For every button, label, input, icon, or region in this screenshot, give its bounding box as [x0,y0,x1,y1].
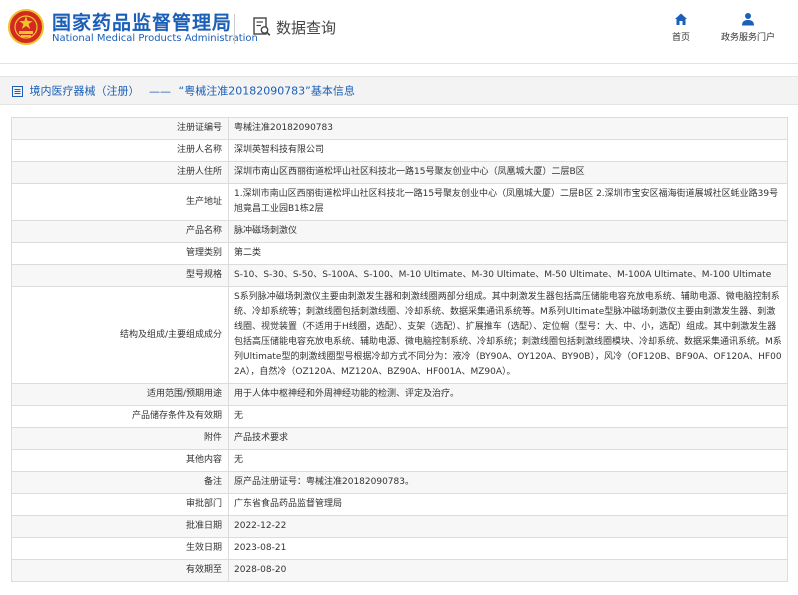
table-row: 注册证编号 粤械注准20182090783 [11,117,788,140]
nav-home[interactable]: 首页 [646,12,716,43]
field-label: 注册人名称 [11,139,229,162]
site-header: 国家药品监督管理局 National Medical Products Admi… [0,0,798,62]
breadcrumb-record: “粤械注准20182090783”基本信息 [178,84,355,98]
breadcrumb-separator: —— [149,84,171,98]
field-value: 2022-12-22 [228,515,788,538]
field-value: 脉冲磁场刺激仪 [228,220,788,243]
field-value: 2028-08-20 [228,559,788,582]
field-label: 管理类别 [11,242,229,265]
table-row: 适用范围/预期用途 用于人体中枢神经和外周神经功能的检测、评定及治疗。 [11,383,788,406]
field-value: 粤械注准20182090783 [228,117,788,140]
field-value: 深圳英智科技有限公司 [228,139,788,162]
field-value: S-10、S-30、S-50、S-100A、S-100、M-10 Ultimat… [228,264,788,287]
nav-home-label: 首页 [671,33,690,43]
home-icon [675,13,687,25]
field-value: 深圳市南山区西丽街道松坪山社区科技北一路15号聚友创业中心（凤凰城大厦）二层B区 [228,161,788,184]
table-row: 生效日期 2023-08-21 [11,537,788,560]
table-row: 管理类别 第二类 [11,242,788,265]
field-value: 产品技术要求 [228,427,788,450]
nav-service-portal[interactable]: 政务服务门户 [713,12,783,43]
field-label: 备注 [11,471,229,494]
field-label: 注册证编号 [11,117,229,140]
header-bottom-border [0,63,798,64]
national-emblem-icon [8,9,44,45]
section-title: 数据查询 [276,19,337,37]
user-icon [742,13,754,26]
field-label: 有效期至 [11,559,229,582]
field-value: 无 [228,405,788,428]
field-label: 注册人住所 [11,161,229,184]
field-label: 产品储存条件及有效期 [11,405,229,428]
registration-info-table: 注册证编号 粤械注准20182090783 注册人名称 深圳英智科技有限公司 注册人住所… [11,117,788,582]
table-row: 附件 产品技术要求 [11,427,788,450]
field-value: 用于人体中枢神经和外周神经功能的检测、评定及治疗。 [228,383,788,406]
field-value: 广东省食品药品监督管理局 [228,493,788,516]
field-label: 附件 [11,427,229,450]
nav-portal-label: 政务服务门户 [720,33,775,43]
field-value: 原产品注册证号：粤械注准20182090783。 [228,471,788,494]
table-row: 注册人住所 深圳市南山区西丽街道松坪山社区科技北一路15号聚友创业中心（凤凰城大厦… [11,161,788,184]
table-row: 备注 原产品注册证号：粤械注准20182090783。 [11,471,788,494]
field-value: 1.深圳市南山区西丽街道松坪山社区科技北一路15号聚友创业中心（凤凰城大厦）二层… [228,183,788,221]
field-label: 审批部门 [11,493,229,516]
table-row: 有效期至 2028-08-20 [11,559,788,582]
brand-title[interactable]: 国家药品监督管理局 [52,8,232,35]
field-label: 型号规格 [11,264,229,287]
brand-subtitle: National Medical Products Administration [52,33,258,44]
table-row: 产品名称 脉冲磁场刺激仪 [11,220,788,243]
field-value: 2023-08-21 [228,537,788,560]
table-row: 注册人名称 深圳英智科技有限公司 [11,139,788,162]
table-row: 结构及组成/主要组成成分 S系列脉冲磁场刺激仪主要由刺激发生器和刺激线圈两部分组成… [11,286,788,384]
field-label: 结构及组成/主要组成成分 [11,286,229,384]
field-label: 其他内容 [11,449,229,472]
field-label: 适用范围/预期用途 [11,383,229,406]
field-label: 产品名称 [11,220,229,243]
table-row: 产品储存条件及有效期无 [11,405,788,428]
list-icon [12,85,23,97]
breadcrumb: 境内医疗器械（注册） —— “粤械注准20182090783”基本信息 [0,76,798,105]
table-row: 批准日期 2022-12-22 [11,515,788,538]
field-value: S系列脉冲磁场刺激仪主要由刺激发生器和刺激线圈两部分组成。其中刺激发生器包括高压… [228,286,788,384]
breadcrumb-category[interactable]: 境内医疗器械（注册） [30,85,140,98]
table-row: 其他内容无 [11,449,788,472]
table-row: 生产地址 1.深圳市南山区西丽街道松坪山社区科技北一路15号聚友创业中心（凤凰城大… [11,183,788,221]
field-label: 批准日期 [11,515,229,538]
field-label: 生产地址 [11,183,229,221]
field-value: 无 [228,449,788,472]
field-value: 第二类 [228,242,788,265]
field-label: 生效日期 [11,537,229,560]
header-divider [234,14,235,44]
document-search-icon [253,17,271,36]
table-row: 型号规格 S-10、S-30、S-50、S-100A、S-100、M-10 Ult… [11,264,788,287]
table-row: 审批部门 广东省食品药品监督管理局 [11,493,788,516]
